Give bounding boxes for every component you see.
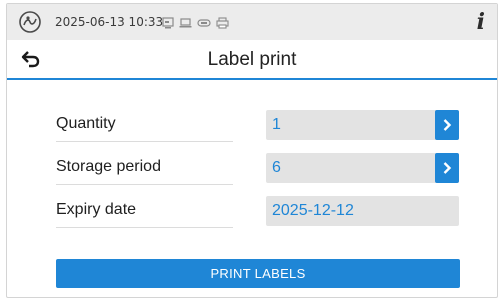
row-divider <box>56 184 233 185</box>
card-reader-icon <box>162 16 174 34</box>
storage-period-field[interactable]: 6 <box>266 153 459 183</box>
chevron-right-icon <box>443 162 452 174</box>
quantity-row: Quantity 1 <box>7 108 497 142</box>
row-divider <box>56 141 233 142</box>
laptop-icon <box>179 16 192 34</box>
expiry-date-row: Expiry date 2025-12-12 <box>7 194 497 228</box>
status-icons <box>162 16 229 34</box>
quantity-value: 1 <box>272 116 281 133</box>
printer-icon <box>216 16 229 34</box>
storage-period-label: Storage period <box>56 158 161 175</box>
app-window: 2025-06-13 10:33 i Label print Quantity <box>6 3 498 298</box>
network-adapter-icon <box>197 16 211 34</box>
chevron-right-icon <box>443 119 452 131</box>
storage-period-row: Storage period 6 <box>7 151 497 185</box>
expiry-date-label: Expiry date <box>56 201 137 218</box>
storage-period-value: 6 <box>272 159 281 176</box>
quantity-field[interactable]: 1 <box>266 110 459 140</box>
row-divider <box>56 227 233 228</box>
quantity-chevron-button[interactable] <box>435 110 459 140</box>
title-bar: Label print <box>7 40 497 80</box>
logo-icon <box>19 11 41 33</box>
print-labels-button[interactable]: PRINT LABELS <box>56 259 460 288</box>
expiry-date-value: 2025-12-12 <box>272 202 354 219</box>
info-icon[interactable]: i <box>477 9 485 35</box>
storage-period-chevron-button[interactable] <box>435 153 459 183</box>
status-bar: 2025-06-13 10:33 i <box>7 4 497 40</box>
status-datetime: 2025-06-13 10:33 <box>55 15 164 29</box>
quantity-label: Quantity <box>56 115 116 132</box>
page-title: Label print <box>207 49 297 70</box>
expiry-date-field: 2025-12-12 <box>266 196 459 226</box>
